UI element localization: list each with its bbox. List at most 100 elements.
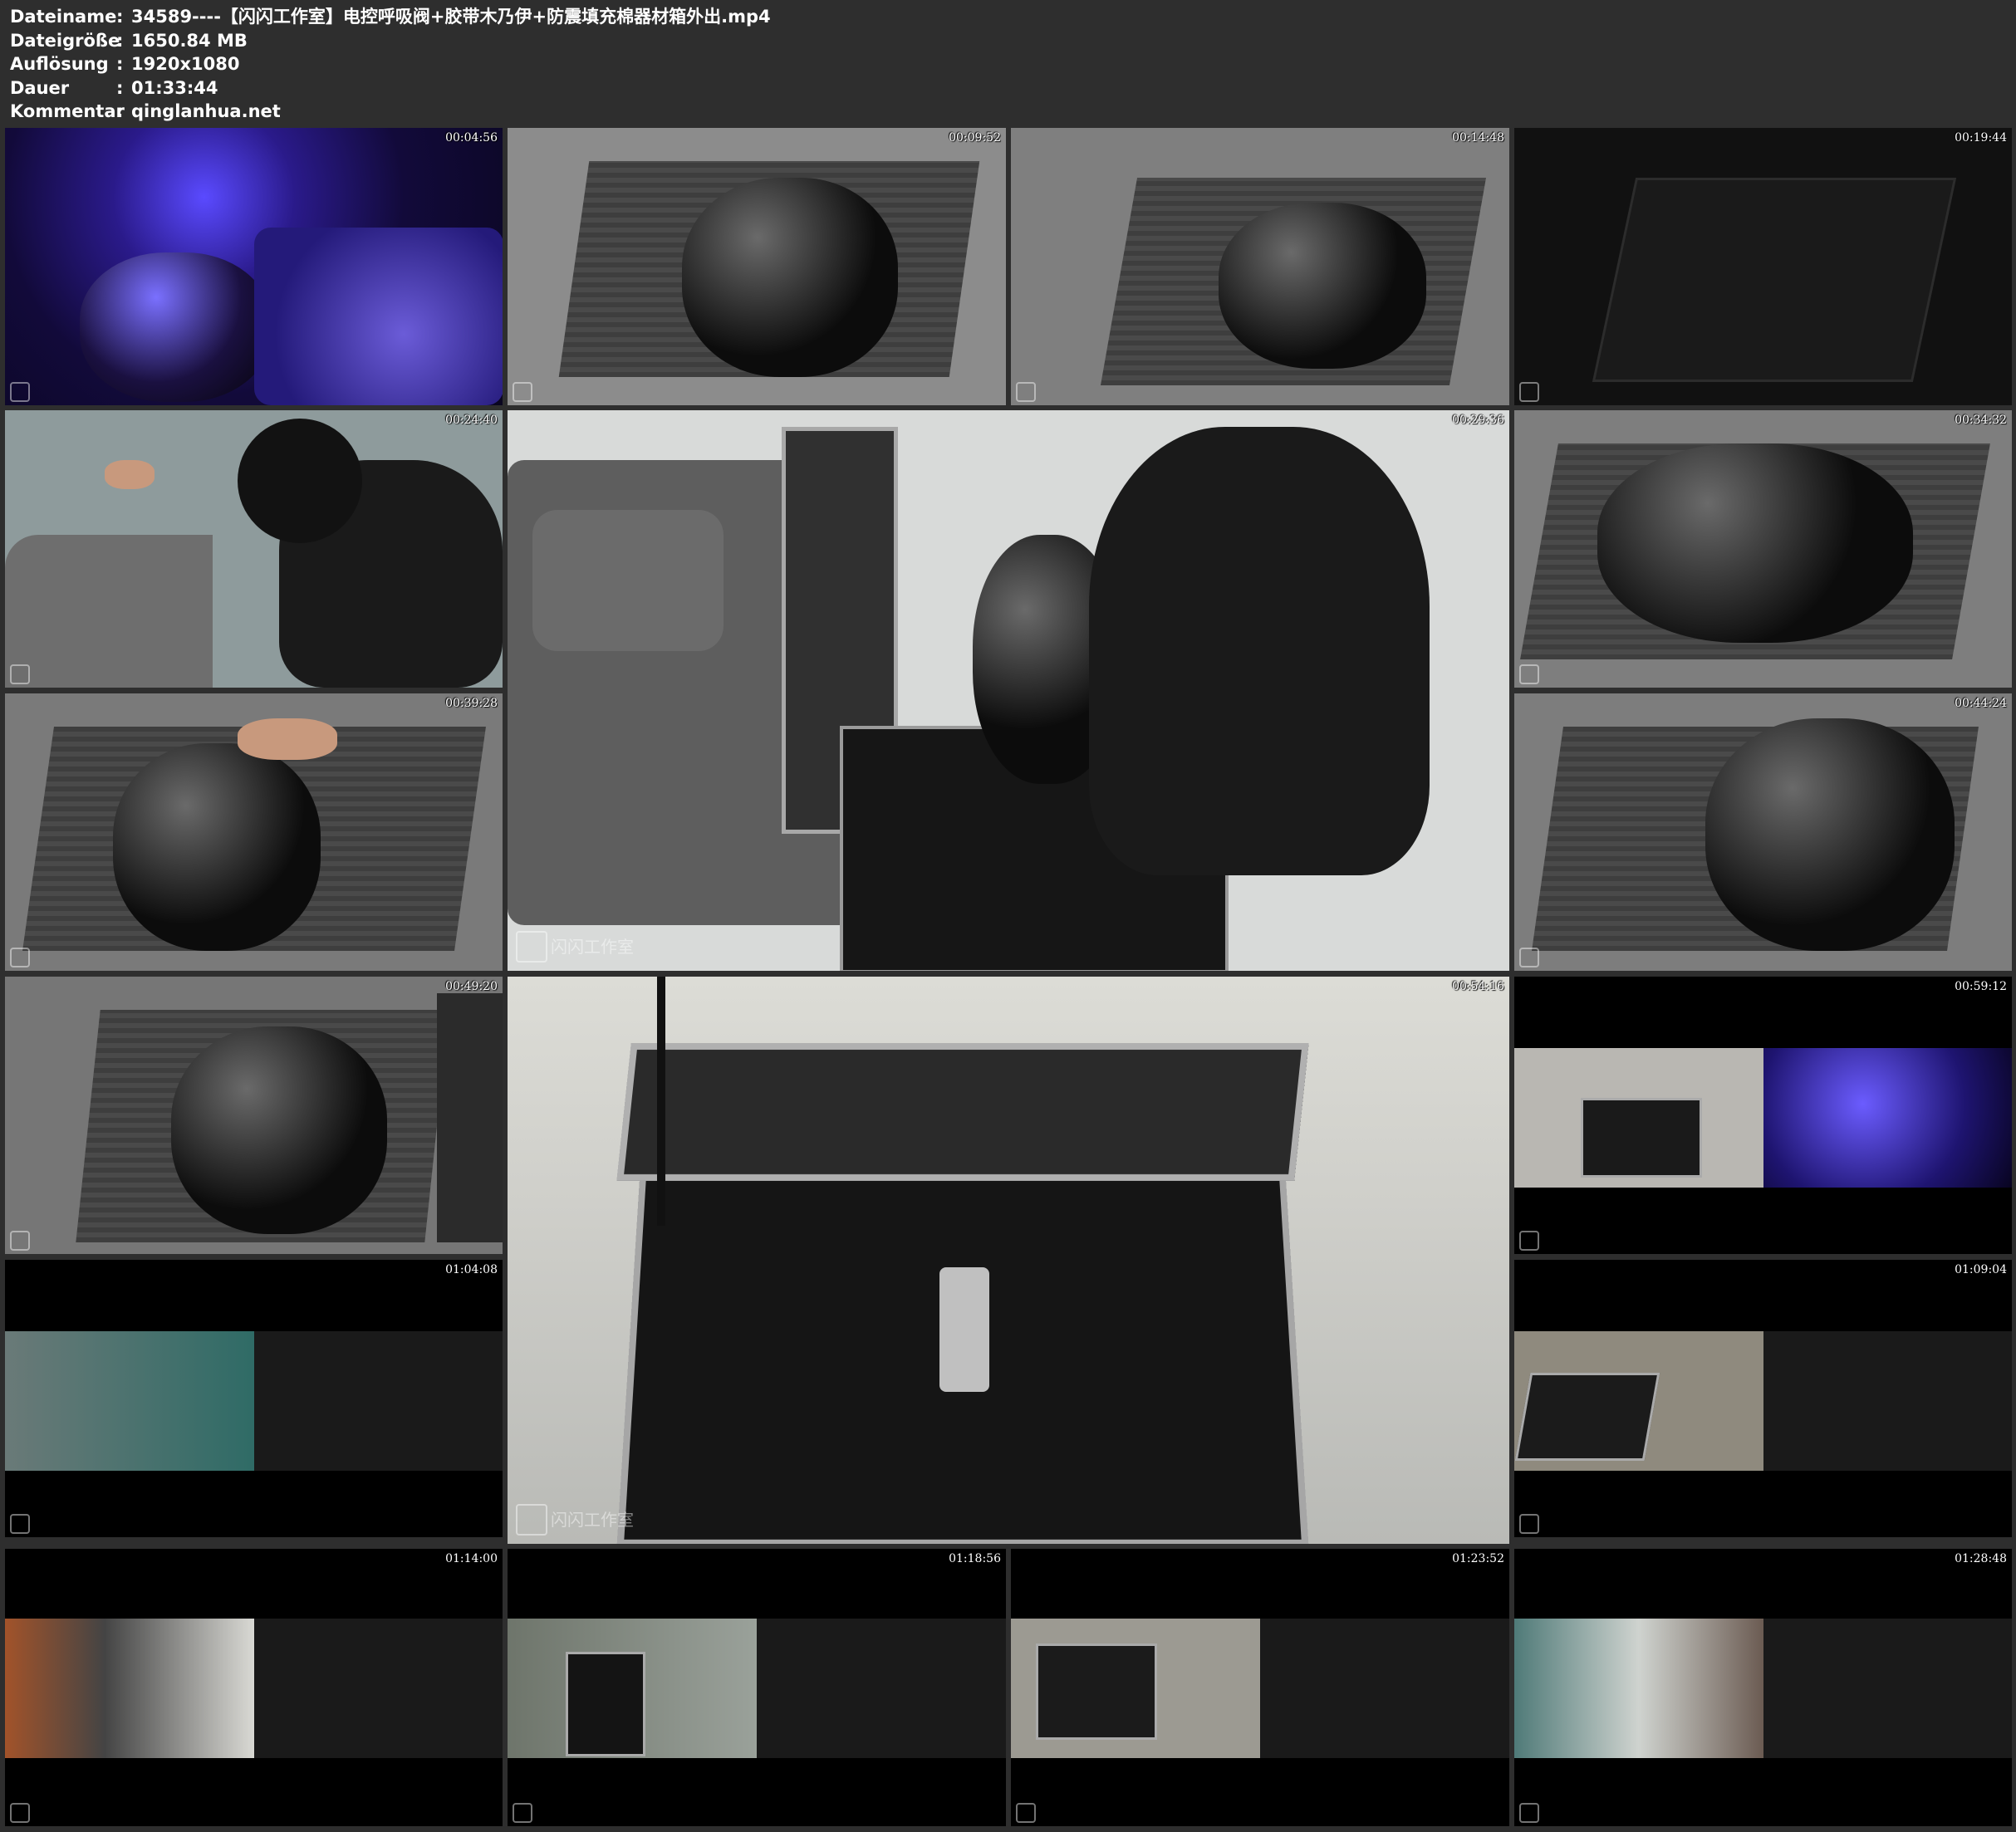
scene-shape (566, 1652, 645, 1756)
scene-shape (1597, 443, 1913, 643)
thumbnail-18: 01:28:48 (1514, 1549, 2012, 1826)
scene-shape (171, 1026, 387, 1234)
scene-shape (616, 1043, 1309, 1181)
scene-shape (5, 1619, 254, 1758)
scene-shape (238, 718, 337, 760)
info-row-resolution: Auflösung : 1920x1080 (10, 52, 771, 76)
scene-shape (1011, 1619, 1260, 1758)
thumbnail-12: 00:59:12 (1514, 977, 2012, 1254)
watermark-logo-icon (1016, 382, 1036, 402)
watermark-logo-icon (516, 931, 547, 963)
watermark-logo-icon (10, 1803, 30, 1823)
watermark-logo-icon (10, 382, 30, 402)
scene-shape (1514, 1048, 1763, 1188)
timestamp: 01:28:48 (1955, 1552, 2007, 1565)
scene-shape (508, 1619, 757, 1758)
info-row-filesize: Dateigröße : 1650.84 MB (10, 29, 771, 53)
thumbnail-16: 01:18:56 (508, 1549, 1006, 1826)
watermark-logo-icon (513, 382, 532, 402)
scene-shape (757, 1619, 1006, 1758)
thumbnail-17: 01:23:52 (1011, 1549, 1509, 1826)
thumbnail-15: 01:14:00 (5, 1549, 503, 1826)
scene-shape (682, 178, 898, 377)
timestamp: 00:44:24 (1955, 697, 2007, 710)
info-value-filesize: 1650.84 MB (131, 30, 248, 51)
thumbnail-7: 00:34:32 (1514, 410, 2012, 688)
watermark-logo-icon (1519, 948, 1539, 967)
scene-shape (1763, 1331, 2012, 1471)
info-separator: : (116, 101, 124, 121)
thumbnail-2: 00:09:52 (508, 128, 1006, 405)
watermark-logo-icon (516, 1504, 547, 1536)
timestamp: 00:54:16 (1452, 980, 1504, 993)
watermark-text: 闪闪工作室 (551, 937, 634, 957)
scene-shape (80, 252, 271, 402)
info-row-duration: Dauer : 01:33:44 (10, 76, 771, 100)
watermark-text: 闪闪工作室 (551, 1510, 634, 1530)
scene-shape (238, 419, 362, 543)
watermark-logo-icon (1016, 1803, 1036, 1823)
thumbnail-14: 01:09:04 (1514, 1260, 2012, 1537)
info-row-comment: Kommentar : qinglanhua.net (10, 100, 771, 124)
scene-shape (113, 743, 321, 951)
info-value-duration: 01:33:44 (131, 77, 218, 98)
scene-shape (1089, 427, 1430, 875)
watermark-logo-icon (1519, 664, 1539, 684)
thumbnail-13: 01:04:08 (5, 1260, 503, 1537)
scene-shape (1763, 1619, 2012, 1758)
timestamp: 01:04:08 (445, 1263, 498, 1276)
file-info-panel: Dateiname : 34589----【闪闪工作室】电控呼吸阀+胶带木乃伊+… (10, 5, 771, 124)
scene-shape (939, 1267, 989, 1392)
info-value-comment: qinglanhua.net (131, 101, 281, 121)
watermark-logo-icon (10, 1514, 30, 1534)
info-row-filename: Dateiname : 34589----【闪闪工作室】电控呼吸阀+胶带木乃伊+… (10, 5, 771, 29)
timestamp: 00:29:36 (1452, 414, 1504, 427)
thumbnail-4: 00:19:44 (1514, 128, 2012, 405)
info-separator: : (116, 54, 124, 74)
thumbnail-5: 00:24:40 (5, 410, 503, 688)
scene-shape (5, 535, 213, 688)
info-key: Dauer (10, 77, 70, 98)
watermark-logo-icon (1519, 1803, 1539, 1823)
scene-shape (657, 977, 665, 1226)
watermark-logo-icon (10, 1231, 30, 1251)
scene-shape (1514, 1619, 1763, 1758)
scene-shape (1260, 1619, 1509, 1758)
watermark-logo-icon (10, 948, 30, 967)
info-value-filename: 34589----【闪闪工作室】电控呼吸阀+胶带木乃伊+防震填充棉器材箱外出.m… (131, 7, 771, 27)
timestamp: 00:19:44 (1955, 131, 2007, 145)
timestamp: 00:49:20 (445, 980, 498, 993)
watermark-logo-icon (10, 664, 30, 684)
timestamp: 01:14:00 (445, 1552, 498, 1565)
thumbnail-11-large: 00:54:16 闪闪工作室 (508, 977, 1509, 1544)
scene-shape (1514, 1373, 1660, 1461)
watermark-logo-icon (513, 1803, 532, 1823)
scene-shape (254, 1619, 503, 1758)
info-key: Dateigröße (10, 30, 120, 51)
thumbnail-3: 00:14:48 (1011, 128, 1509, 405)
watermark-logo-icon (1519, 1514, 1539, 1534)
scene-shape (1592, 178, 1957, 382)
timestamp: 00:59:12 (1955, 980, 2007, 993)
scene-shape (105, 460, 155, 489)
timestamp: 00:14:48 (1452, 131, 1504, 145)
timestamp: 00:24:40 (445, 414, 498, 427)
timestamp: 01:23:52 (1452, 1552, 1504, 1565)
thumbnail-10: 00:49:20 (5, 977, 503, 1254)
scene-shape (254, 228, 503, 405)
scene-shape (1219, 203, 1426, 369)
scene-shape (532, 510, 724, 651)
info-separator: : (116, 77, 124, 98)
scene-shape (1705, 718, 1955, 951)
timestamp: 00:39:28 (445, 697, 498, 710)
info-key: Auflösung (10, 54, 109, 74)
scene-shape (437, 993, 503, 1242)
scene-shape (1763, 1048, 2012, 1188)
scene-shape (254, 1331, 503, 1471)
info-value-resolution: 1920x1080 (131, 54, 240, 74)
timestamp: 00:34:32 (1955, 414, 2007, 427)
scene-shape (1581, 1098, 1702, 1178)
timestamp: 00:09:52 (949, 131, 1001, 145)
thumbnail-8: 00:39:28 (5, 693, 503, 971)
timestamp: 01:09:04 (1955, 1263, 2007, 1276)
